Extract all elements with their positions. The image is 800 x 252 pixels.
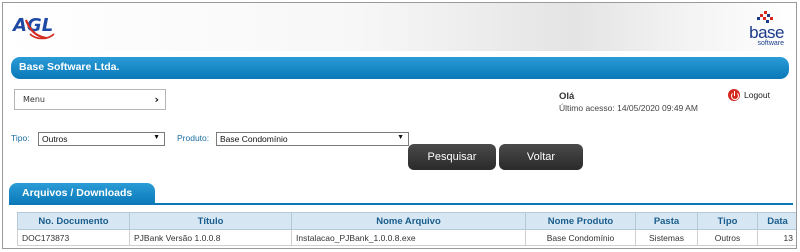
top-header: AGL base software <box>3 3 796 51</box>
caret-down-icon: ▼ <box>153 134 160 141</box>
cell-title: PJBank Versão 1.0.0.8 <box>129 229 292 246</box>
column-header[interactable]: No. Documento <box>17 212 130 230</box>
cell-folder: Sistemas <box>635 229 698 246</box>
logout-label: Logout <box>744 90 770 100</box>
chevron-right-icon: › <box>154 93 159 106</box>
column-header[interactable]: Tipo <box>697 212 758 230</box>
menu-button[interactable]: Menu › <box>14 89 166 110</box>
cell-product-name: Base Condomínio <box>525 229 636 246</box>
column-header[interactable]: Nome Produto <box>525 212 636 230</box>
column-header[interactable]: Pasta <box>635 212 698 230</box>
tab-label: Arquivos / Downloads <box>22 187 133 199</box>
column-header[interactable]: Título <box>129 212 292 230</box>
tipo-select[interactable]: Outros ▼ <box>38 132 165 146</box>
cell-file-name[interactable]: Instalacao_PJBank_1.0.0.8.exe <box>291 229 526 246</box>
column-header[interactable]: Data <box>757 212 796 230</box>
base-software-logo: base software <box>742 11 788 49</box>
menu-label: Menu <box>23 95 45 104</box>
table-header-row: No. Documento Título Nome Arquivo Nome P… <box>17 212 796 230</box>
search-button[interactable]: Pesquisar <box>408 144 496 170</box>
produto-selected-value: Base Condomínio <box>220 134 288 144</box>
produto-select[interactable]: Base Condomínio ▼ <box>216 132 409 146</box>
cell-document-number: DOC173873 <box>17 229 130 246</box>
cell-date: 13 <box>757 229 796 246</box>
svg-text:AGL: AGL <box>12 15 53 36</box>
tipo-label: Tipo: <box>11 133 30 143</box>
power-icon <box>728 89 740 101</box>
tab-arquivos-downloads[interactable]: Arquivos / Downloads <box>9 183 155 205</box>
last-access-text: Último acesso: 14/05/2020 09:49 AM <box>559 103 698 113</box>
cell-type: Outros <box>697 229 758 246</box>
user-greeting: Olá Último acesso: 14/05/2020 09:49 AM <box>559 91 698 113</box>
back-button[interactable]: Voltar <box>499 144 583 170</box>
company-name: Base Software Ltda. <box>19 61 120 73</box>
column-header[interactable]: Nome Arquivo <box>291 212 526 230</box>
base-logo-subtitle: software <box>757 40 784 47</box>
tab-underline <box>9 203 793 205</box>
tipo-selected-value: Outros <box>42 134 68 144</box>
downloads-table: No. Documento Título Nome Arquivo Nome P… <box>17 212 796 246</box>
table-row[interactable]: DOC173873 PJBank Versão 1.0.0.8 Instalac… <box>17 229 796 246</box>
greeting-text: Olá <box>559 91 575 102</box>
company-band: Base Software Ltda. <box>11 57 789 79</box>
caret-down-icon: ▼ <box>397 134 404 141</box>
agl-logo: AGL <box>12 15 55 40</box>
produto-label: Produto: <box>177 133 210 143</box>
app-frame: AGL base software Base Software Ltda. Me… <box>2 2 797 249</box>
